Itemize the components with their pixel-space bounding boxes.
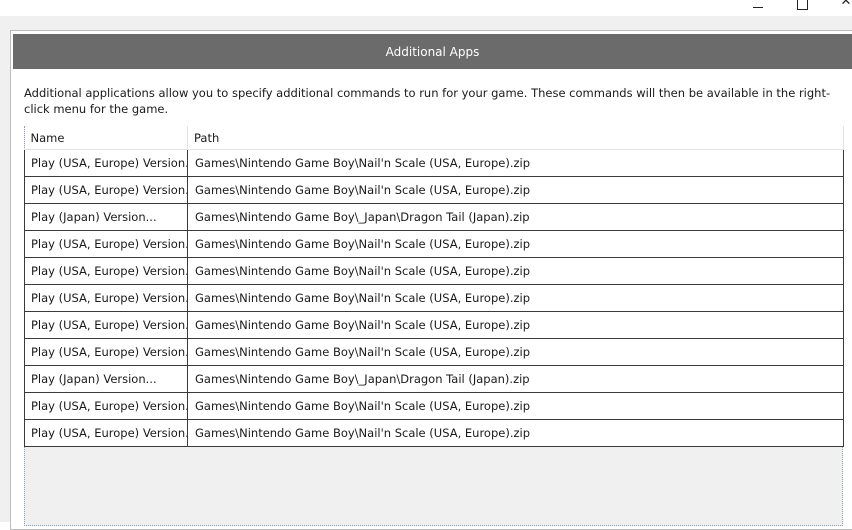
table-row[interactable]: Play (Japan) Version... Games\Nintendo Ga… <box>24 365 844 393</box>
cell-name[interactable]: Play (USA, Europe) Version... <box>24 311 188 339</box>
maximize-icon <box>796 0 808 10</box>
cell-path[interactable]: Games\Nintendo Game Boy\Nail'n Scale (US… <box>187 230 844 258</box>
cell-name[interactable]: Play (USA, Europe) Version... <box>24 257 188 285</box>
cell-path[interactable]: Games\Nintendo Game Boy\Nail'n Scale (US… <box>187 338 844 366</box>
cell-path[interactable]: Games\Nintendo Game Boy\Nail'n Scale (US… <box>187 284 844 312</box>
maximize-button[interactable] <box>794 0 810 10</box>
table-header-row: Name Path <box>24 126 844 150</box>
table-row[interactable]: Play (Japan) Version... Games\Nintendo Ga… <box>24 203 844 231</box>
cell-name[interactable]: Play (Japan) Version... <box>24 365 188 393</box>
cell-name[interactable]: Play (USA, Europe) Version... <box>24 149 188 177</box>
cell-path[interactable]: Games\Nintendo Game Boy\Nail'n Scale (US… <box>187 257 844 285</box>
cell-name[interactable]: Play (USA, Europe) Version... <box>24 176 188 204</box>
table-row[interactable]: Play (USA, Europe) Version... Games\Ninte… <box>24 149 844 177</box>
cell-path[interactable]: Games\Nintendo Game Boy\_Japan\Dragon Ta… <box>187 365 844 393</box>
table-row[interactable]: Play (USA, Europe) Version... Games\Ninte… <box>24 392 844 420</box>
cell-name[interactable]: Play (USA, Europe) Version... <box>24 338 188 366</box>
panel-description: Additional applications allow you to spe… <box>24 86 831 116</box>
window-titlebar: ✕ <box>0 0 852 16</box>
cell-path[interactable]: Games\Nintendo Game Boy\Nail'n Scale (US… <box>187 149 844 177</box>
table-row[interactable]: Play (USA, Europe) Version... Games\Ninte… <box>24 419 844 447</box>
table-row[interactable]: Play (USA, Europe) Version... Games\Ninte… <box>24 284 844 312</box>
cell-name[interactable]: Play (Japan) Version... <box>24 203 188 231</box>
cell-path[interactable]: Games\Nintendo Game Boy\Nail'n Scale (US… <box>187 176 844 204</box>
close-icon: ✕ <box>840 0 852 9</box>
minimize-icon <box>753 6 763 8</box>
table-row[interactable]: Play (USA, Europe) Version... Games\Ninte… <box>24 257 844 285</box>
close-button[interactable]: ✕ <box>838 0 852 9</box>
cell-name[interactable]: Play (USA, Europe) Version... <box>24 419 188 447</box>
column-header-name[interactable]: Name <box>24 126 188 150</box>
cell-path[interactable]: Games\Nintendo Game Boy\Nail'n Scale (US… <box>187 392 844 420</box>
cell-name[interactable]: Play (USA, Europe) Version... <box>24 230 188 258</box>
minimize-button[interactable] <box>750 0 766 8</box>
cell-path[interactable]: Games\Nintendo Game Boy\Nail'n Scale (US… <box>187 311 844 339</box>
table-row[interactable]: Play (USA, Europe) Version... Games\Ninte… <box>24 311 844 339</box>
table-row[interactable]: Play (USA, Europe) Version... Games\Ninte… <box>24 230 844 258</box>
cell-name[interactable]: Play (USA, Europe) Version... <box>24 392 188 420</box>
cell-path[interactable]: Games\Nintendo Game Boy\_Japan\Dragon Ta… <box>187 203 844 231</box>
cell-name[interactable]: Play (USA, Europe) Version... <box>24 284 188 312</box>
panel-header: Additional Apps <box>13 34 852 69</box>
panel-title: Additional Apps <box>385 44 480 59</box>
column-header-path[interactable]: Path <box>187 126 844 150</box>
cell-path[interactable]: Games\Nintendo Game Boy\Nail'n Scale (US… <box>187 419 844 447</box>
additional-apps-grid[interactable]: Name Path Play (USA, Europe) Version... G… <box>24 126 844 526</box>
additional-apps-table: Name Path Play (USA, Europe) Version... G… <box>24 126 844 447</box>
table-row[interactable]: Play (USA, Europe) Version... Games\Ninte… <box>24 338 844 366</box>
table-row[interactable]: Play (USA, Europe) Version... Games\Ninte… <box>24 176 844 204</box>
